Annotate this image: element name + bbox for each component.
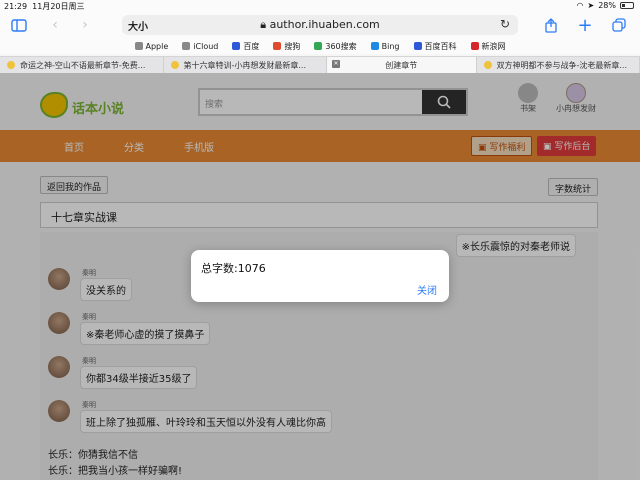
battery-icon — [620, 2, 634, 9]
battery-percent: 28% — [598, 1, 616, 10]
bookmark-baike[interactable]: 百度百科 — [413, 41, 457, 52]
bookmark-baidu[interactable]: 百度 — [232, 41, 259, 52]
address-bar[interactable]: 大小 🔒︎ author.ihuaben.com ↻ — [122, 15, 518, 35]
tab-4[interactable]: 双方神明都不参与战争-沈老最新章... — [477, 57, 640, 73]
lock-icon: 🔒︎ — [260, 18, 267, 31]
icloud-icon — [182, 42, 191, 50]
tab-3-active[interactable]: ✕ 创建章节 — [327, 57, 477, 73]
sina-icon — [470, 42, 479, 50]
bing-icon — [370, 42, 379, 50]
forward-icon[interactable]: › — [76, 16, 94, 34]
sidebar-toggle-icon[interactable] — [10, 16, 28, 34]
apple-icon — [134, 42, 143, 50]
wifi-icon: ◠ — [576, 1, 584, 10]
favicon-icon — [7, 61, 15, 69]
bookmark-apple[interactable]: Apple — [134, 42, 168, 51]
favicon-icon — [170, 61, 179, 69]
sogou-icon — [273, 42, 282, 50]
reload-icon[interactable]: ↻ — [500, 17, 510, 31]
tab-1[interactable]: 命运之神-空山不语最新章节-免费... — [0, 57, 164, 73]
status-right: ◠ ➤ 28% — [577, 1, 634, 10]
bookmark-sina[interactable]: 新浪网 — [470, 41, 506, 52]
location-icon: ➤ — [587, 1, 595, 10]
bookmark-icloud[interactable]: iCloud — [182, 42, 218, 51]
status-time-date: 21:29 11月20日周三 — [4, 2, 85, 11]
browser-toolbar: ‹ › 大小 🔒︎ author.ihuaben.com ↻ + — [0, 12, 640, 38]
bookmark-bing[interactable]: Bing — [370, 42, 400, 51]
status-bar: 21:29 11月20日周三 ◠ ➤ 28% — [0, 0, 640, 12]
favicon-icon — [483, 61, 492, 69]
close-tab-icon[interactable]: ✕ — [332, 60, 340, 68]
tab-overview-icon[interactable] — [610, 16, 628, 34]
bookmarks-bar: Apple iCloud 百度 搜狗 360搜索 Bing 百度百科 新浪网 — [0, 38, 640, 54]
360-icon — [314, 42, 323, 50]
bookmark-360[interactable]: 360搜索 — [314, 41, 357, 52]
back-icon[interactable]: ‹ — [46, 16, 64, 34]
baidu-icon — [232, 42, 241, 50]
url-text: 🔒︎ author.ihuaben.com — [260, 18, 380, 31]
word-count-dialog: 总字数:1076 关闭 — [191, 250, 449, 302]
share-icon[interactable] — [542, 16, 560, 34]
dialog-message: 总字数:1076 — [201, 262, 266, 275]
tab-2[interactable]: 第十六章特训-小冉想发财最新章... — [164, 57, 327, 73]
dialog-close-button[interactable]: 关闭 — [417, 282, 437, 297]
new-tab-icon[interactable]: + — [576, 15, 594, 36]
baike-icon — [413, 42, 422, 50]
tab-bar: 命运之神-空山不语最新章节-免费... 第十六章特训-小冉想发财最新章... ✕… — [0, 56, 640, 73]
bookmark-sogou[interactable]: 搜狗 — [273, 41, 300, 52]
